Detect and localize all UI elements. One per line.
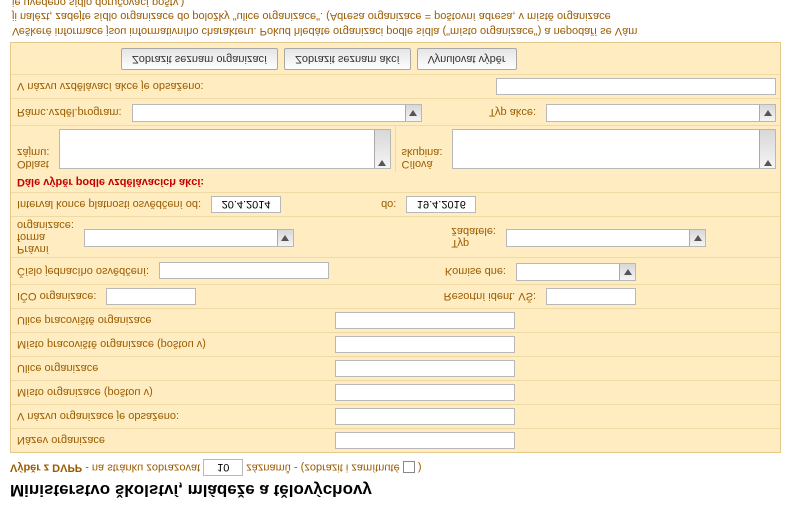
label-interval-to: do: xyxy=(375,194,402,214)
section-education-title: Dále výběr podle vzdělávacích akcí: xyxy=(11,172,780,193)
label-work-place-post: Místo pracoviště organizace (poštou v) xyxy=(11,335,331,355)
chevron-down-icon xyxy=(759,105,775,121)
chevron-down-icon xyxy=(277,230,293,246)
date-from-input[interactable] xyxy=(211,196,281,213)
chevron-down-icon xyxy=(759,130,775,168)
label-org-place-post: Místo organizace (poštou v) xyxy=(11,383,331,403)
org-name-contains-input[interactable] xyxy=(335,408,515,425)
clear-button[interactable]: Vynulovat výběr xyxy=(417,48,517,70)
interest-area-select[interactable] xyxy=(59,129,390,169)
label-ico: IČO organizace: xyxy=(11,287,102,307)
legend-t1: - na stránku zobrazovat xyxy=(82,462,203,474)
commission-date-select[interactable] xyxy=(516,263,636,281)
work-place-post-input[interactable] xyxy=(335,336,515,353)
org-place-post-input[interactable] xyxy=(335,384,515,401)
legal-form-select[interactable] xyxy=(84,229,294,247)
label-edu-program: Rámc.vzděl.program: xyxy=(11,102,128,122)
page-title: Ministerstvo školství, mládeže a tělovýc… xyxy=(10,480,781,500)
footer-note: Veškeré informace jsou informativního ch… xyxy=(10,0,781,42)
label-action-type: Typ akce: xyxy=(483,102,542,122)
label-interval-from: Interval konce platnosti osvědčení od: xyxy=(11,194,207,214)
show-rejected-checkbox[interactable] xyxy=(403,461,415,473)
label-target-group: Cílová skupina: xyxy=(396,126,449,172)
work-street-input[interactable] xyxy=(335,312,515,329)
edu-name-contains-input[interactable] xyxy=(496,78,776,95)
label-res-id: Resortní ident. VŠ: xyxy=(438,287,542,307)
label-edu-name-contains: V názvu vzdělávací akce je obsaženo: xyxy=(11,76,210,96)
legend-t2: záznamů - (zobrazit i zamítnuté xyxy=(246,462,403,474)
ico-input[interactable] xyxy=(106,288,196,305)
date-to-input[interactable] xyxy=(406,196,476,213)
chevron-down-icon xyxy=(405,105,421,121)
chevron-down-icon xyxy=(374,130,390,168)
target-group-select[interactable] xyxy=(452,129,776,169)
org-name-input[interactable] xyxy=(335,432,515,449)
label-commission: Komise dne: xyxy=(439,261,512,281)
show-actions-button[interactable]: Zobrazit seznam akcí xyxy=(284,48,411,70)
legend-t3: ) xyxy=(418,462,422,474)
action-type-select[interactable] xyxy=(546,104,776,122)
label-cj: Číslo jednacího osvědčení: xyxy=(11,261,155,281)
chevron-down-icon xyxy=(689,230,705,246)
label-applicant-type: Typ žadatele: xyxy=(445,223,502,251)
label-interest-area: Oblast zájmu: xyxy=(11,126,55,172)
label-org-street: Ulice organizace xyxy=(11,359,331,379)
res-id-input[interactable] xyxy=(546,288,636,305)
label-org-name-contains: V názvu organizace je obsaženo: xyxy=(11,407,331,427)
edu-program-select[interactable] xyxy=(132,104,422,122)
filter-form: Název organizace V názvu organizace je o… xyxy=(10,42,781,453)
label-org-name: Název organizace xyxy=(11,431,331,451)
show-org-button[interactable]: Zobrazit seznam organizací xyxy=(121,48,278,70)
chevron-down-icon xyxy=(619,264,635,280)
label-work-street: Ulice pracoviště organizace xyxy=(11,311,331,331)
label-legal-form: Právní forma organizace: xyxy=(11,217,80,257)
legend-bold: Výběr z DVPP xyxy=(10,462,82,474)
org-street-input[interactable] xyxy=(335,360,515,377)
legend-row: Výběr z DVPP - na stránku zobrazovat záz… xyxy=(10,459,781,476)
records-per-page-input[interactable] xyxy=(203,459,243,476)
cj-input[interactable] xyxy=(159,263,329,280)
applicant-type-select[interactable] xyxy=(506,229,706,247)
